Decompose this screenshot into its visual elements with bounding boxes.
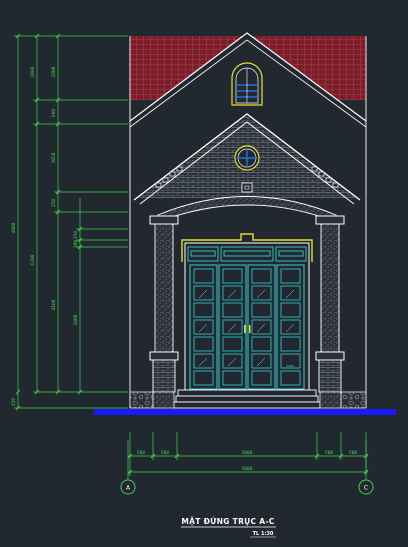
axis-bubble-c: C — [358, 479, 374, 495]
dim-eave: 600 — [51, 109, 57, 117]
title-block: MẶT ĐỨNG TRỤC A-C TL 1:30 — [181, 517, 276, 538]
arched-attic-window — [231, 62, 263, 106]
axis-label-c: C — [364, 485, 368, 492]
dim-seg-3: 3000 — [242, 450, 253, 456]
drawing-scale: TL 1:30 — [253, 531, 274, 537]
elevation-drawing: 4800 6200 450 1800 1800 600 1050 250 150… — [11, 32, 396, 538]
dim-lintel: 150 — [73, 231, 79, 239]
dim-total-width: 5000 — [242, 466, 253, 472]
ground-line — [94, 409, 396, 415]
dim-roof-upper: 1800 — [30, 66, 36, 77]
dim-seg-2: 500 — [161, 450, 169, 456]
entrance-steps — [173, 389, 321, 409]
dim-roof-upper-2: 1800 — [51, 66, 57, 77]
column-right — [315, 215, 345, 393]
column-left — [149, 215, 179, 393]
entrance-arch — [157, 196, 337, 223]
dim-transom: 100 — [73, 240, 79, 248]
dim-seg-4: 500 — [325, 450, 333, 456]
dim-seg-5: 500 — [349, 450, 357, 456]
drawing-title: MẶT ĐỨNG TRỤC A-C — [181, 517, 274, 526]
horizontal-dimension-labels: 500 500 3000 500 500 5000 — [137, 450, 357, 472]
dim-total-height: 4800 — [11, 222, 17, 233]
dim-gable: 1050 — [51, 152, 57, 163]
vertical-dimensions — [14, 35, 128, 409]
dim-base-height: 450 — [11, 398, 17, 406]
main-door — [181, 233, 313, 391]
dim-door-height: 3400 — [73, 314, 79, 325]
dim-cornice: 250 — [51, 199, 57, 207]
dim-main-height: 6200 — [30, 254, 36, 265]
dim-seg-1: 500 — [137, 450, 145, 456]
front-gable — [133, 113, 361, 205]
dim-wall-height: 4100 — [51, 299, 57, 310]
vertical-dimension-labels: 4800 6200 450 1800 1800 600 1050 250 150… — [11, 66, 79, 406]
axis-bubble-a: A — [120, 479, 136, 495]
vertical-dimension-ticks — [15, 33, 83, 411]
axis-line — [127, 440, 367, 480]
